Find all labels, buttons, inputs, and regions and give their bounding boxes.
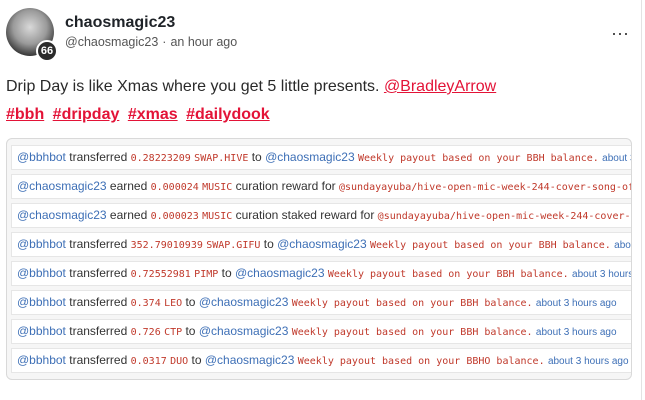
token-symbol: MUSIC (202, 182, 233, 193)
tag-link[interactable]: #bbh (6, 106, 44, 123)
to-account[interactable]: @chaosmagic23 (235, 266, 325, 280)
transaction-row: @chaosmagic23 earned 0.000024 MUSIC cura… (11, 174, 631, 199)
token-symbol: SWAP.GIFU (206, 240, 261, 251)
transaction-row: @bbhbot transferred 0.0317 DUO to @chaos… (11, 348, 631, 373)
from-account[interactable]: @chaosmagic23 (17, 179, 107, 193)
token-symbol: CTP (164, 327, 183, 338)
transaction-row: @bbhbot transferred 0.726 CTP to @chaosm… (11, 319, 631, 344)
to-word: to (185, 295, 196, 309)
timestamp[interactable]: about 3 hours ago (536, 327, 617, 338)
amount: 0.000023 (150, 211, 199, 222)
memo: Weekly payout based on your BBH balance. (370, 240, 611, 251)
amount: 0.000024 (150, 182, 199, 193)
transaction-embed: @bbhbot transferred 0.28223209 SWAP.HIVE… (6, 138, 632, 380)
more-options-icon[interactable]: ⋯ (611, 24, 630, 45)
from-account[interactable]: @bbhbot (17, 295, 66, 309)
timestamp[interactable]: about 3 hours ago (572, 269, 631, 280)
post-permlink[interactable]: @sundayayuba/hive-open-mic-week-244-cove… (339, 182, 631, 193)
token-symbol: DUO (170, 356, 189, 367)
to-account[interactable]: @chaosmagic23 (199, 324, 289, 338)
reward-label: curation staked reward for (235, 208, 375, 222)
action-verb: transferred (69, 237, 128, 251)
transaction-row: @bbhbot transferred 0.72552981 PIMP to @… (11, 261, 631, 286)
post-text: Drip Day is like Xmas where you get 5 li… (6, 78, 380, 95)
action-verb: transferred (69, 353, 128, 367)
transaction-row: @bbhbot transferred 0.28223209 SWAP.HIVE… (11, 145, 631, 170)
post-tags: #bbh #dripday #xmas #dailydook (6, 106, 274, 124)
timestamp[interactable]: about 3 hours ago (548, 356, 629, 367)
from-account[interactable]: @bbhbot (17, 150, 66, 164)
to-word: to (191, 353, 202, 367)
timestamp[interactable]: about 3 hours ago (536, 298, 617, 309)
mention-link[interactable]: @BradleyArrow (384, 78, 496, 95)
timestamp[interactable]: about 3 hours ago (614, 240, 631, 251)
amount: 0.374 (130, 298, 161, 309)
from-account[interactable]: @bbhbot (17, 324, 66, 338)
action-verb: earned (109, 179, 148, 193)
timestamp[interactable]: about 3 hours ago (602, 153, 631, 164)
amount: 0.726 (130, 327, 161, 338)
tag-link[interactable]: #dailydook (186, 106, 270, 123)
from-account[interactable]: @bbhbot (17, 353, 66, 367)
memo: Weekly payout based on your BBHO balance… (297, 356, 545, 367)
to-word: to (221, 266, 232, 280)
tag-link[interactable]: #dripday (53, 106, 120, 123)
meta-separator: · (162, 35, 167, 49)
action-verb: transferred (69, 150, 128, 164)
amount: 0.72552981 (130, 269, 191, 280)
author-handle[interactable]: @chaosmagic23 (65, 35, 158, 49)
transaction-row: @chaosmagic23 earned 0.000023 MUSIC cura… (11, 203, 631, 228)
action-verb: transferred (69, 324, 128, 338)
to-word: to (251, 150, 262, 164)
amount: 352.79010939 (130, 240, 203, 251)
transaction-row: @bbhbot transferred 0.374 LEO to @chaosm… (11, 290, 631, 315)
memo: Weekly payout based on your BBH balance. (327, 269, 569, 280)
from-account[interactable]: @chaosmagic23 (17, 208, 107, 222)
memo: Weekly payout based on your BBH balance. (357, 153, 599, 164)
author-name[interactable]: chaosmagic23 (65, 14, 175, 32)
from-account[interactable]: @bbhbot (17, 266, 66, 280)
tag-link[interactable]: #xmas (128, 106, 178, 123)
post-header: 66 chaosmagic23 @chaosmagic23 · an hour ag… (6, 8, 636, 64)
token-symbol: PIMP (194, 269, 219, 280)
reward-label: curation reward for (235, 179, 336, 193)
post-time[interactable]: an hour ago (170, 35, 237, 49)
post-body: Drip Day is like Xmas where you get 5 li… (6, 78, 496, 96)
token-symbol: SWAP.HIVE (194, 153, 249, 164)
from-account[interactable]: @bbhbot (17, 237, 66, 251)
avatar[interactable]: 66 (6, 8, 58, 62)
to-account[interactable]: @chaosmagic23 (265, 150, 355, 164)
token-symbol: MUSIC (202, 211, 233, 222)
to-account[interactable]: @chaosmagic23 (277, 237, 367, 251)
action-verb: transferred (69, 266, 128, 280)
amount: 0.0317 (130, 356, 167, 367)
card-border (641, 0, 642, 400)
post-meta: @chaosmagic23 · an hour ago (65, 35, 237, 49)
memo: Weekly payout based on your BBH balance. (291, 327, 533, 338)
to-word: to (263, 237, 274, 251)
to-account[interactable]: @chaosmagic23 (199, 295, 289, 309)
amount: 0.28223209 (130, 153, 191, 164)
to-word: to (185, 324, 196, 338)
action-verb: earned (109, 208, 148, 222)
action-verb: transferred (69, 295, 128, 309)
token-symbol: LEO (164, 298, 183, 309)
to-account[interactable]: @chaosmagic23 (205, 353, 295, 367)
post-permlink[interactable]: @sundayayuba/hive-open-mic-week-244-cove… (378, 211, 631, 222)
memo: Weekly payout based on your BBH balance. (291, 298, 533, 309)
transaction-row: @bbhbot transferred 352.79010939 SWAP.GI… (11, 232, 631, 257)
reputation-badge: 66 (36, 40, 58, 62)
